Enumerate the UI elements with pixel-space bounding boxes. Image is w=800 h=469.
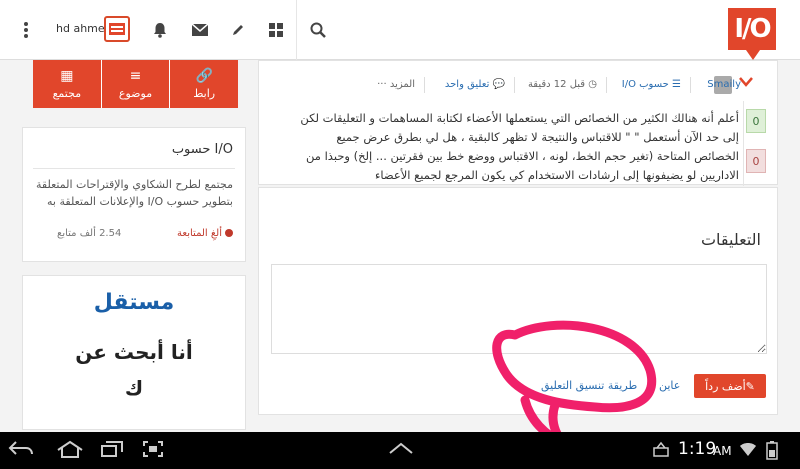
meta-divider: [606, 77, 607, 93]
community-description: مجتمع لطرح الشكاوي والإقتراحات المتعلقة …: [36, 178, 233, 208]
add-comment-label: أضف رداً: [705, 379, 746, 393]
user-avatar[interactable]: [104, 16, 130, 42]
post-body: أعلم أنه هنالك الكثير من الخصائص التي يس…: [300, 111, 739, 182]
new-topic-button[interactable]: ≡ موضوع: [101, 60, 171, 108]
post-time: ◷ قبل 12 دقيقة: [528, 79, 597, 90]
grid-icon: ▦: [60, 68, 74, 84]
post-comments-label: تعليق واحد: [444, 79, 490, 90]
battery-icon: [764, 440, 780, 464]
notification-icon[interactable]: [652, 440, 670, 462]
menu-dots-icon[interactable]: [14, 18, 38, 42]
header-divider: [296, 0, 297, 60]
bell-icon[interactable]: [148, 18, 172, 42]
post-time-label: قبل 12 دقيقة: [527, 79, 586, 90]
lines-icon: ☰: [668, 79, 681, 90]
new-community-label: مجتمع: [52, 87, 82, 100]
site-logo[interactable]: I/O: [728, 8, 776, 60]
meta-divider: [690, 77, 691, 93]
downvote-button[interactable]: 0: [746, 149, 766, 173]
clock-icon: ◷: [585, 79, 597, 90]
followers-count: 2.54 ألف متابع: [57, 228, 122, 239]
post-more-button[interactable]: المزيد ···: [377, 79, 415, 90]
wifi-icon: [738, 440, 758, 462]
lines-icon: ≡: [129, 68, 142, 84]
comments-section: التعليقات ✎ أضف رداً عاين طريقة تنسيق ال…: [258, 187, 778, 415]
ad-text-line2: ك: [124, 376, 144, 400]
comment-input[interactable]: [271, 264, 767, 354]
format-help-link[interactable]: طريقة تنسيق التعليق: [541, 379, 637, 392]
search-icon[interactable]: [306, 18, 330, 42]
grid-icon[interactable]: [264, 18, 288, 42]
chevron-up-icon[interactable]: [388, 440, 414, 459]
top-header: hd ahmed I/O: [0, 0, 800, 60]
post-author[interactable]: Smaily: [707, 79, 741, 90]
vote-divider: [743, 101, 744, 186]
new-community-button[interactable]: ▦ مجتمع: [33, 60, 102, 108]
unfollow-label: ألغِ المتابعة: [177, 228, 222, 239]
ad-banner[interactable]: مستقل أنا أبحث عن ك: [22, 275, 246, 430]
link-icon: 🔗: [195, 68, 213, 84]
post-community[interactable]: ☰ حسوب I/O: [622, 79, 681, 90]
meta-divider: [424, 77, 425, 93]
post-comments-link[interactable]: 💬 تعليق واحد: [445, 79, 505, 90]
post-meta: Smaily ☰ حسوب I/O ◷ قبل 12 دقيقة 💬 تعليق…: [259, 73, 777, 101]
ad-text-line1: أنا أبحث عن: [75, 340, 193, 364]
community-card: حسوب I/O مجتمع لطرح الشكاوي والإقتراحات …: [22, 127, 246, 262]
more-dots-icon: ···: [377, 79, 387, 90]
unfollow-button[interactable]: ألغِ المتابعة: [177, 228, 233, 239]
back-icon[interactable]: [8, 440, 34, 462]
meta-divider: [514, 77, 515, 93]
home-icon[interactable]: [56, 440, 84, 462]
new-link-button[interactable]: 🔗 رابط: [170, 60, 239, 108]
add-comment-button[interactable]: ✎ أضف رداً: [694, 374, 766, 398]
quick-actions: ▦ مجتمع ≡ موضوع 🔗 رابط: [33, 60, 239, 108]
ad-brand: مستقل: [93, 290, 175, 315]
divider: [33, 168, 235, 169]
system-bar: 1:19 AM: [0, 432, 800, 469]
post-card: Smaily ☰ حسوب I/O ◷ قبل 12 دقيقة 💬 تعليق…: [258, 60, 778, 186]
pencil-icon: ✎: [745, 379, 755, 393]
comment-icon: 💬: [489, 79, 505, 90]
post-more-label: المزيد: [389, 79, 415, 90]
comments-heading: التعليقات: [700, 230, 761, 249]
pencil-icon[interactable]: [226, 18, 250, 42]
clock-time: 1:19: [678, 439, 717, 459]
minus-circle-icon: [225, 229, 233, 237]
post-community-label: حسوب I/O: [621, 79, 669, 90]
recent-apps-icon[interactable]: [100, 440, 124, 462]
upvote-button[interactable]: 0: [746, 109, 766, 133]
new-topic-label: موضوع: [118, 87, 153, 100]
preview-link[interactable]: عاين: [659, 379, 680, 392]
community-title[interactable]: حسوب I/O: [172, 142, 233, 157]
new-link-label: رابط: [193, 87, 216, 100]
clock-ampm: AM: [713, 444, 732, 458]
envelope-icon[interactable]: [188, 18, 212, 42]
screenshot-icon[interactable]: [142, 440, 164, 462]
